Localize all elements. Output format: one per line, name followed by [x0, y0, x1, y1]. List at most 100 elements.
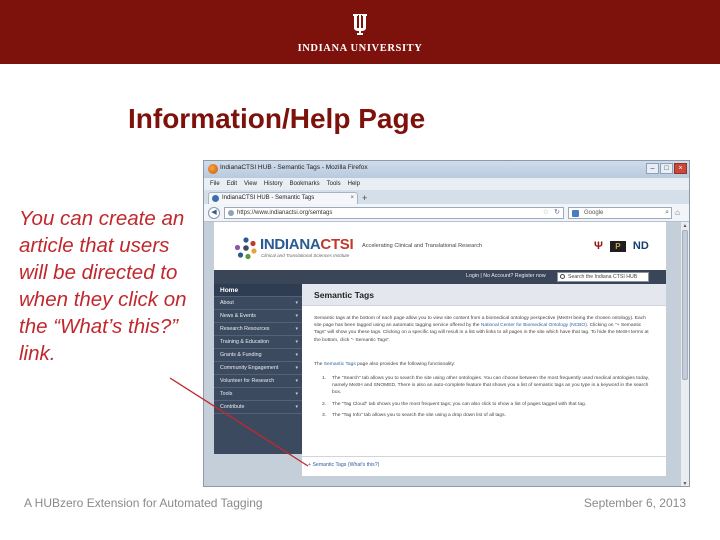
slide-title: Information/Help Page — [128, 103, 426, 134]
window-controls: – □ × — [646, 163, 687, 174]
caret-icon: ▾ — [295, 313, 298, 319]
caret-icon: ▾ — [295, 300, 298, 306]
nav-item-community-engagement[interactable]: Community Engagement ▾ — [214, 362, 302, 375]
whats-this-link[interactable]: + Semantic Tags (What's this?) — [308, 462, 379, 468]
nav-label: Contribute — [220, 404, 245, 410]
list-number: 2. — [322, 401, 327, 407]
lead-text-2: page also provides the following functio… — [355, 362, 456, 367]
list-text: The "Tag Info" tab allows you to search … — [332, 412, 506, 418]
left-nav: Home About ▾ News & Events ▾ Research Reso… — [214, 284, 302, 454]
page-scrollbar[interactable]: ▲ ▼ — [680, 222, 689, 486]
semantic-tags-link[interactable]: Semantic Tags — [324, 362, 356, 367]
scroll-thumb[interactable] — [682, 230, 688, 380]
nav-item-training-education[interactable]: Training & Education ▾ — [214, 336, 302, 349]
caret-icon: ▾ — [295, 326, 298, 332]
nav-item-about[interactable]: About ▾ — [214, 297, 302, 310]
reload-icon[interactable]: ↻ — [554, 208, 560, 218]
nav-label: Community Engagement — [220, 365, 279, 371]
caret-icon: ▾ — [295, 404, 298, 410]
maximize-button[interactable]: □ — [660, 163, 673, 174]
nav-item-grants-funding[interactable]: Grants & Funding ▾ — [214, 349, 302, 362]
header-tagline: Accelerating Clinical and Translational … — [362, 243, 483, 249]
logo-main: INDIANA — [260, 236, 321, 253]
page-title: Semantic Tags — [314, 290, 375, 300]
menu-view[interactable]: View — [244, 178, 257, 190]
nav-label: Training & Education — [220, 339, 269, 345]
nav-label: Grants & Funding — [220, 352, 262, 358]
new-tab-button[interactable]: + — [362, 193, 367, 203]
minimize-button[interactable]: – — [646, 163, 659, 174]
indiana-ctsi-logo-icon — [234, 237, 257, 260]
home-icon[interactable]: ⌂ — [675, 208, 680, 218]
browser-screenshot: IndianaCTSI HUB - Semantic Tags - Mozill… — [203, 160, 690, 487]
close-button[interactable]: × — [674, 163, 687, 174]
site-search-placeholder: Search the Indiana CTSI HUB — [568, 274, 638, 280]
menu-file[interactable]: File — [210, 178, 220, 190]
logo-accent: CTSI — [320, 236, 354, 253]
nav-label: Volunteer for Research — [220, 378, 275, 384]
browser-navbar: ◀ https://www.indianactsi.org/semtags ☆ … — [204, 204, 689, 222]
tab-label: IndianaCTSI HUB - Semantic Tags — [222, 195, 315, 201]
nav-label: News & Events — [220, 313, 256, 319]
bookmark-star-icon[interactable]: ☆ — [543, 208, 549, 218]
login-links[interactable]: Login | No Account? Register now — [466, 273, 546, 279]
search-placeholder: Google — [584, 210, 604, 216]
browser-menubar: File Edit View History Bookmarks Tools H… — [204, 178, 689, 190]
caret-icon: ▾ — [295, 339, 298, 345]
nav-label: About — [220, 300, 234, 306]
nav-item-research-resources[interactable]: Research Resources ▾ — [214, 323, 302, 336]
purdue-partner-logo[interactable]: P — [609, 240, 626, 252]
notre-dame-partner-logo[interactable]: ND — [633, 240, 649, 252]
ncbo-link[interactable]: National Center for Biomedical Ontology … — [481, 323, 587, 328]
scroll-down-icon[interactable]: ▼ — [681, 480, 689, 486]
list-number: 3. — [322, 412, 327, 418]
nav-label: Research Resources — [220, 326, 270, 332]
search-engine-icon[interactable] — [572, 210, 579, 217]
nav-item-tools[interactable]: Tools ▾ — [214, 388, 302, 401]
lead-text-1: The — [314, 362, 324, 367]
site-identity-icon[interactable] — [228, 210, 234, 216]
iu-partner-logo[interactable]: Ψ — [594, 240, 603, 252]
menu-history[interactable]: History — [264, 178, 283, 190]
list-item: 2. The "Tag Cloud" tab shows you the most… — [322, 401, 652, 408]
list-item: 1. The "Search" tab allows you to search … — [322, 375, 652, 397]
menu-help[interactable]: Help — [348, 178, 360, 190]
feature-list: 1. The "Search" tab allows you to search … — [322, 375, 652, 423]
nav-item-news-events[interactable]: News & Events ▾ — [214, 310, 302, 323]
firefox-icon — [208, 164, 218, 174]
login-strip: Login | No Account? Register now Search … — [214, 270, 666, 284]
site-search-input[interactable]: Search the Indiana CTSI HUB — [557, 272, 649, 282]
logo-subtitle: Clinical and Translational Sciences Inst… — [261, 253, 350, 258]
back-button[interactable]: ◀ — [208, 207, 220, 219]
slide-note: You can create an article that users wil… — [19, 207, 187, 365]
scroll-up-icon[interactable]: ▲ — [681, 222, 689, 230]
caret-icon: ▾ — [295, 391, 298, 397]
nav-item-volunteer-for-research[interactable]: Volunteer for Research ▾ — [214, 375, 302, 388]
iu-trident-icon — [353, 14, 367, 35]
menu-tools[interactable]: Tools — [327, 178, 341, 190]
page-viewport: INDIANACTSI Clinical and Translational S… — [204, 222, 680, 486]
nav-item-contribute[interactable]: Contribute ▾ — [214, 401, 302, 414]
site-logo[interactable]: INDIANACTSI — [260, 236, 354, 253]
menu-bookmarks[interactable]: Bookmarks — [290, 178, 320, 190]
caret-icon: ▾ — [295, 352, 298, 358]
nav-home[interactable]: Home — [214, 284, 302, 297]
content-panel: Semantic Tags Semantic tags at the botto… — [302, 284, 666, 476]
url-bar[interactable]: https://www.indianactsi.org/semtags ☆ ↻ — [224, 207, 564, 219]
browser-search-input[interactable]: Google ⌕ — [568, 207, 672, 219]
content-title-bar: Semantic Tags — [302, 284, 666, 306]
nav-label: Tools — [220, 391, 233, 397]
search-icon — [560, 274, 565, 279]
tab-close-icon[interactable]: × — [350, 193, 354, 204]
footer-left: A HUBzero Extension for Automated Taggin… — [24, 496, 263, 510]
menu-edit[interactable]: Edit — [227, 178, 237, 190]
list-item: 3. The "Tag Info" tab allows you to searc… — [322, 412, 652, 419]
university-name: INDIANA UNIVERSITY — [297, 43, 423, 54]
caret-icon: ▾ — [295, 365, 298, 371]
partner-logos: Ψ P ND — [594, 240, 649, 252]
tab-semantic-tags[interactable]: IndianaCTSI HUB - Semantic Tags × — [208, 192, 358, 204]
browser-tabbar: IndianaCTSI HUB - Semantic Tags × + — [204, 190, 689, 204]
footer-right: September 6, 2013 — [583, 496, 686, 510]
search-icon[interactable]: ⌕ — [665, 208, 669, 218]
list-number: 1. — [322, 376, 327, 381]
